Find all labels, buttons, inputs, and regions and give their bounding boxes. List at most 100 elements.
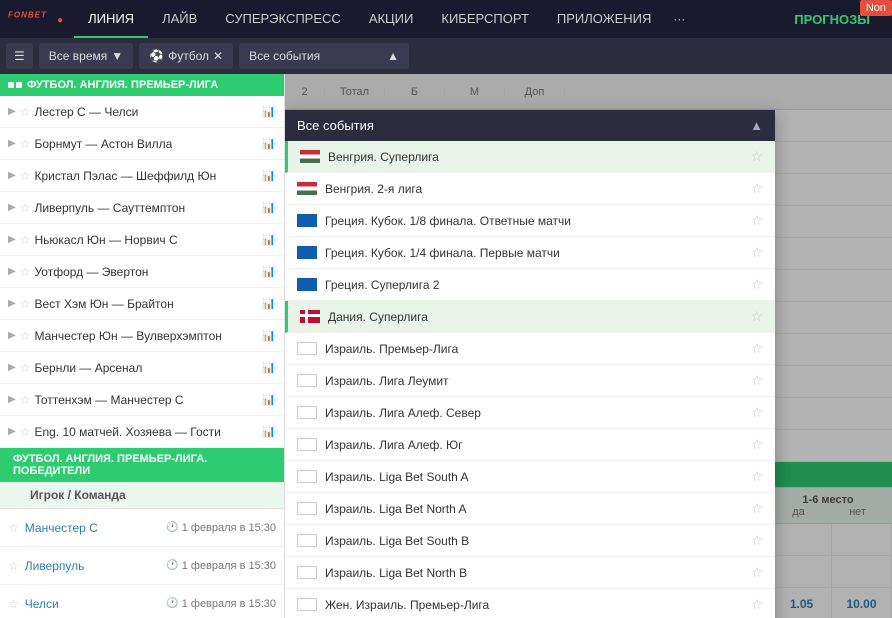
events-filter-button[interactable]: Все события ▲ bbox=[239, 43, 409, 69]
stats-icon[interactable]: 📊 bbox=[262, 361, 276, 374]
item-star-icon[interactable]: ☆ bbox=[750, 276, 763, 293]
star-icon[interactable]: ☆ bbox=[8, 597, 19, 611]
sport-filter-close[interactable]: ✕ bbox=[213, 49, 223, 63]
stats-icon[interactable]: 📊 bbox=[262, 297, 276, 310]
team-name[interactable]: Борнмут — Астон Вилла bbox=[34, 137, 258, 151]
expand-icon[interactable]: ▶ bbox=[8, 106, 16, 117]
dropdown-item[interactable]: Дания. Суперлига ☆ bbox=[285, 301, 775, 333]
stats-icon[interactable]: 📊 bbox=[262, 105, 276, 118]
star-icon[interactable]: ☆ bbox=[20, 201, 31, 215]
stats-icon[interactable]: 📊 bbox=[262, 329, 276, 342]
item-star-icon[interactable]: ☆ bbox=[750, 212, 763, 229]
dropdown-item[interactable]: Израиль. Liga Bet South A ☆ bbox=[285, 461, 775, 493]
team-name[interactable]: Ньюкасл Юн — Норвич С bbox=[34, 233, 258, 247]
dropdown-item[interactable]: Греция. Кубок. 1/4 финала. Первые матчи … bbox=[285, 237, 775, 269]
dropdown-item[interactable]: Израиль. Liga Bet North A ☆ bbox=[285, 493, 775, 525]
dropdown-item[interactable]: Жен. Израиль. Премьер-Лига ☆ bbox=[285, 589, 775, 618]
item-star-icon[interactable]: ☆ bbox=[750, 372, 763, 389]
player-date: 🕐 1 февраля в 15:30 bbox=[166, 560, 276, 572]
team-name[interactable]: Бернли — Арсенал bbox=[34, 361, 258, 375]
expand-icon[interactable]: ▶ bbox=[8, 138, 16, 149]
dropdown-item[interactable]: Венгрия. Суперлига ☆ bbox=[285, 141, 775, 173]
item-star-icon[interactable]: ☆ bbox=[750, 532, 763, 549]
nav-liniya[interactable]: ЛИНИЯ bbox=[74, 0, 148, 38]
stats-icon[interactable]: 📊 bbox=[262, 137, 276, 150]
dropdown-item[interactable]: Венгрия. 2-я лига ☆ bbox=[285, 173, 775, 205]
player-name[interactable]: Манчестер С bbox=[25, 521, 167, 535]
item-star-icon[interactable]: ☆ bbox=[750, 468, 763, 485]
sport-filter-button[interactable]: ⚽ Футбол ✕ bbox=[139, 43, 233, 69]
star-icon[interactable]: ☆ bbox=[20, 297, 31, 311]
expand-icon[interactable]: ▶ bbox=[8, 426, 16, 437]
logo-text: FONBET bbox=[8, 11, 47, 20]
nav-layv[interactable]: ЛАЙВ bbox=[148, 0, 211, 38]
team-name[interactable]: Тоттенхэм — Манчестер С bbox=[34, 393, 258, 407]
item-star-icon[interactable]: ☆ bbox=[750, 564, 763, 581]
dropdown-item[interactable]: Израиль. Лига Алеф. Север ☆ bbox=[285, 397, 775, 429]
dropdown-item[interactable]: Греция. Кубок. 1/8 финала. Ответные матч… bbox=[285, 205, 775, 237]
expand-icon[interactable]: ▶ bbox=[8, 298, 16, 309]
star-icon[interactable]: ☆ bbox=[20, 233, 31, 247]
nav-cybersport[interactable]: КИБЕРСПОРТ bbox=[427, 0, 543, 38]
dropdown-item[interactable]: Израиль. Лига Алеф. Юг ☆ bbox=[285, 429, 775, 461]
star-icon[interactable]: ☆ bbox=[20, 425, 31, 439]
item-star-icon[interactable]: ☆ bbox=[750, 340, 763, 357]
nav-apps[interactable]: ПРИЛОЖЕНИЯ bbox=[543, 0, 666, 38]
item-star-icon[interactable]: ☆ bbox=[750, 596, 763, 613]
dropdown-item[interactable]: Греция. Суперлига 2 ☆ bbox=[285, 269, 775, 301]
team-name[interactable]: Ливерпуль — Сауттемптон bbox=[34, 201, 258, 215]
time-filter-button[interactable]: Все время ▼ bbox=[39, 43, 133, 69]
team-name[interactable]: Манчестер Юн — Вулверхэмптон bbox=[34, 329, 258, 343]
item-star-icon[interactable]: ☆ bbox=[750, 244, 763, 261]
menu-button[interactable]: ☰ bbox=[6, 43, 33, 69]
dropdown-item[interactable]: Израиль. Liga Bet North B ☆ bbox=[285, 557, 775, 589]
player-name[interactable]: Ливерпуль bbox=[25, 559, 167, 573]
star-icon[interactable]: ☆ bbox=[20, 137, 31, 151]
team-name[interactable]: Вест Хэм Юн — Брайтон bbox=[34, 297, 258, 311]
stats-icon[interactable]: 📊 bbox=[262, 265, 276, 278]
star-icon[interactable]: ☆ bbox=[20, 105, 31, 119]
flag-dk-icon bbox=[300, 310, 320, 324]
nav-superexpress[interactable]: СУПЕРЭКСПРЕСС bbox=[211, 0, 355, 38]
star-icon[interactable]: ☆ bbox=[20, 329, 31, 343]
stats-icon[interactable]: 📊 bbox=[262, 393, 276, 406]
toolbar: ☰ Все время ▼ ⚽ Футбол ✕ Все события ▲ bbox=[0, 38, 892, 74]
expand-icon[interactable]: ▶ bbox=[8, 394, 16, 405]
dropdown-arrow-icon[interactable]: ▲ bbox=[750, 118, 763, 133]
dropdown-item[interactable]: Израиль. Liga Bet South B ☆ bbox=[285, 525, 775, 557]
item-star-icon[interactable]: ☆ bbox=[750, 500, 763, 517]
star-icon[interactable]: ☆ bbox=[20, 265, 31, 279]
dropdown-item[interactable]: Израиль. Премьер-Лига ☆ bbox=[285, 333, 775, 365]
expand-icon[interactable]: ▶ bbox=[8, 170, 16, 181]
item-star-icon[interactable]: ☆ bbox=[750, 436, 763, 453]
team-name[interactable]: Кристал Пэлас — Шеффилд Юн bbox=[34, 169, 258, 183]
player-name[interactable]: Челси bbox=[25, 597, 167, 611]
expand-icon[interactable]: ▶ bbox=[8, 330, 16, 341]
star-icon[interactable]: ☆ bbox=[8, 559, 19, 573]
clock-icon: 🕐 bbox=[166, 560, 178, 571]
category-title: ФУТБОЛ. АНГЛИЯ. ПРЕМЬЕР-ЛИГА bbox=[27, 79, 218, 91]
stats-icon[interactable]: 📊 bbox=[262, 201, 276, 214]
star-icon[interactable]: ☆ bbox=[8, 521, 19, 535]
expand-icon[interactable]: ▶ bbox=[8, 202, 16, 213]
team-name[interactable]: Лестер С — Челси bbox=[34, 105, 258, 119]
expand-icon[interactable]: ▶ bbox=[8, 266, 16, 277]
nav-more-dots[interactable]: ··· bbox=[665, 12, 693, 26]
star-icon[interactable]: ☆ bbox=[20, 169, 31, 183]
item-star-icon[interactable]: ☆ bbox=[750, 404, 763, 421]
stats-icon[interactable]: 📊 bbox=[262, 233, 276, 246]
expand-icon[interactable]: ▶ bbox=[8, 362, 16, 373]
dropdown-item[interactable]: Израиль. Лига Леумит ☆ bbox=[285, 365, 775, 397]
flag-il-icon bbox=[297, 502, 317, 516]
item-star-icon[interactable]: ☆ bbox=[750, 180, 763, 197]
item-star-icon[interactable]: ☆ bbox=[750, 148, 763, 165]
star-icon[interactable]: ☆ bbox=[20, 361, 31, 375]
team-name[interactable]: Уотфорд — Эвертон bbox=[34, 265, 258, 279]
team-name[interactable]: Eng. 10 матчей. Хозяева — Гости bbox=[34, 425, 258, 439]
expand-icon[interactable]: ▶ bbox=[8, 234, 16, 245]
star-icon[interactable]: ☆ bbox=[20, 393, 31, 407]
item-star-icon[interactable]: ☆ bbox=[750, 308, 763, 325]
nav-aktsii[interactable]: АКЦИИ bbox=[355, 0, 428, 38]
stats-icon[interactable]: 📊 bbox=[262, 425, 276, 438]
stats-icon[interactable]: 📊 bbox=[262, 169, 276, 182]
